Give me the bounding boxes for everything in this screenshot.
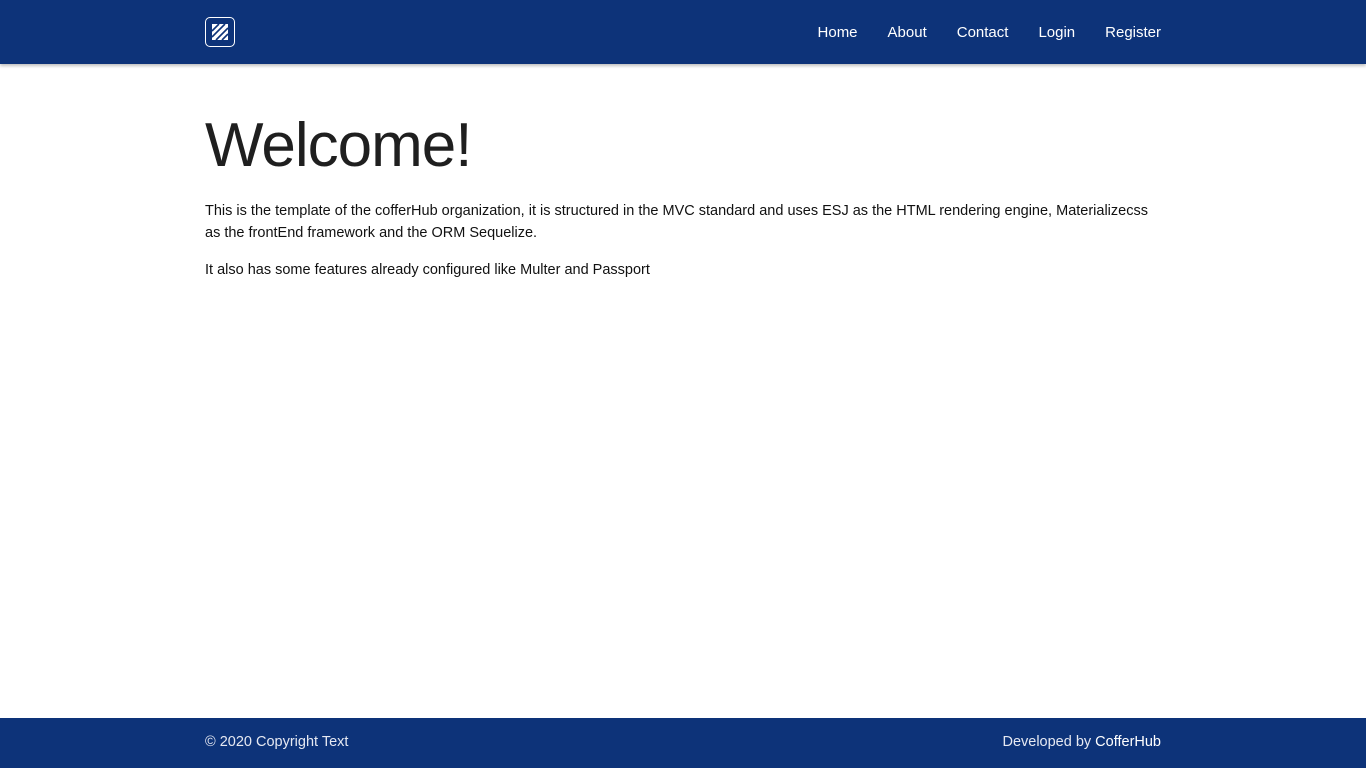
intro-paragraph: This is the template of the cofferHub or…: [205, 203, 1148, 241]
nav-link-about[interactable]: About: [888, 24, 927, 41]
page-footer: © 2020 Copyright Text Developed by Coffe…: [0, 718, 1366, 768]
main-nav: Home About Contact Login Register: [788, 0, 1161, 64]
developer-link[interactable]: CofferHub: [1095, 734, 1161, 750]
logo-stripes-icon: [211, 23, 229, 41]
nav-link-login[interactable]: Login: [1038, 24, 1075, 41]
nav-link-home[interactable]: Home: [818, 24, 858, 41]
developed-by-label: Developed by: [1002, 734, 1096, 750]
brand-logo-icon[interactable]: [205, 17, 235, 47]
nav-link-contact[interactable]: Contact: [957, 24, 1009, 41]
main-content: Welcome! This is the template of the cof…: [205, 108, 1165, 281]
nav-link-register[interactable]: Register: [1105, 24, 1161, 41]
copyright-text: © 2020 Copyright Text: [205, 734, 349, 750]
features-paragraph: It also has some features already config…: [205, 262, 650, 278]
page-title: Welcome!: [205, 111, 473, 180]
developed-by: Developed by CofferHub: [1002, 734, 1161, 750]
top-navbar: Home About Contact Login Register: [0, 0, 1366, 64]
